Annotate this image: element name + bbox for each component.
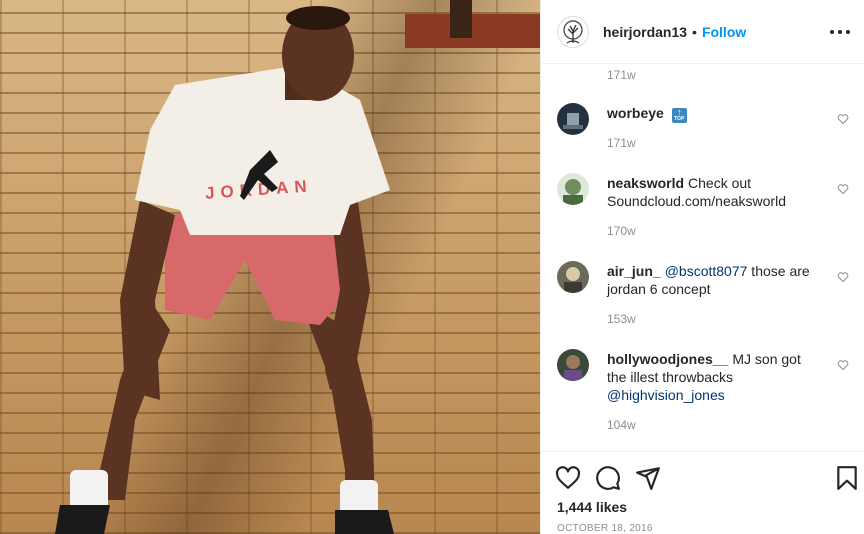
bracket-post — [450, 0, 472, 38]
comment-body: hollywoodjones__ MJ son got the illest th… — [607, 350, 823, 404]
hair — [286, 6, 350, 30]
comment-item: worbeye ↑ TOP 171w — [557, 103, 857, 163]
comment-age[interactable]: 104w — [607, 418, 636, 432]
comment-item: air_jun_ @bscott8077 those are jordan 6 c… — [557, 261, 857, 331]
comments-list[interactable]: 171w worbeye ↑ TOP 171w neaksworld Check o… — [541, 65, 864, 451]
post-date[interactable]: October 18, 2016 — [557, 523, 653, 534]
previous-comment-age: 171w — [607, 68, 636, 82]
commenter-avatar[interactable] — [557, 103, 589, 135]
commenter-avatar[interactable] — [557, 261, 589, 293]
left-sock — [70, 470, 108, 510]
commenter-avatar[interactable] — [557, 173, 589, 205]
post-actions: 1,444 likes October 18, 2016 — [541, 451, 864, 534]
author-username[interactable]: heirjordan13 — [603, 24, 687, 40]
follow-button[interactable]: Follow — [702, 24, 746, 40]
likes-count[interactable]: 1,444 likes — [557, 499, 627, 515]
comment-age[interactable]: 170w — [607, 224, 636, 238]
comment-body: worbeye ↑ TOP — [607, 104, 823, 123]
tree-logo-icon — [563, 19, 583, 44]
comment-age[interactable]: 171w — [607, 136, 636, 150]
post-header: heirjordan13 • Follow — [541, 0, 864, 64]
comment-heart-icon[interactable] — [837, 183, 849, 195]
comment-icon[interactable] — [595, 465, 621, 491]
comment-username[interactable]: neaksworld — [607, 175, 684, 191]
commenter-avatar[interactable] — [557, 349, 589, 381]
comment-body: neaksworld Check out Soundcloud.com/neaks… — [607, 174, 823, 210]
bookmark-icon[interactable] — [834, 465, 860, 491]
left-shoe — [55, 505, 110, 534]
author-avatar[interactable] — [557, 15, 589, 48]
share-icon[interactable] — [635, 465, 661, 491]
comment-heart-icon[interactable] — [837, 359, 849, 371]
post-photo[interactable]: JORDAN — [0, 0, 540, 534]
comment-mention[interactable]: @highvision_jones — [607, 387, 725, 403]
top-arrow-emoji-icon: ↑ TOP — [671, 108, 687, 123]
comment-heart-icon[interactable] — [837, 113, 849, 125]
comment-username[interactable]: air_jun_ — [607, 263, 661, 279]
comment-body: air_jun_ @bscott8077 those are jordan 6 c… — [607, 262, 823, 298]
heart-icon[interactable] — [555, 465, 581, 491]
comment-username[interactable]: worbeye — [607, 105, 664, 121]
more-options-icon[interactable] — [830, 22, 850, 42]
header-separator: • — [692, 23, 697, 40]
comment-heart-icon[interactable] — [837, 271, 849, 283]
post-photo-illustration: JORDAN — [55, 0, 540, 534]
comment-mention[interactable]: @bscott8077 — [665, 263, 748, 279]
comment-item: hollywoodjones__ MJ son got the illest th… — [557, 349, 857, 439]
comment-item: neaksworld Check out Soundcloud.com/neaks… — [557, 173, 857, 243]
comment-username[interactable]: hollywoodjones__ — [607, 351, 728, 367]
comment-age[interactable]: 153w — [607, 312, 636, 326]
post-side-panel: heirjordan13 • Follow 171w worbeye ↑ TOP … — [540, 0, 864, 534]
backboard-bracket — [405, 14, 540, 48]
right-shoe — [335, 510, 394, 534]
